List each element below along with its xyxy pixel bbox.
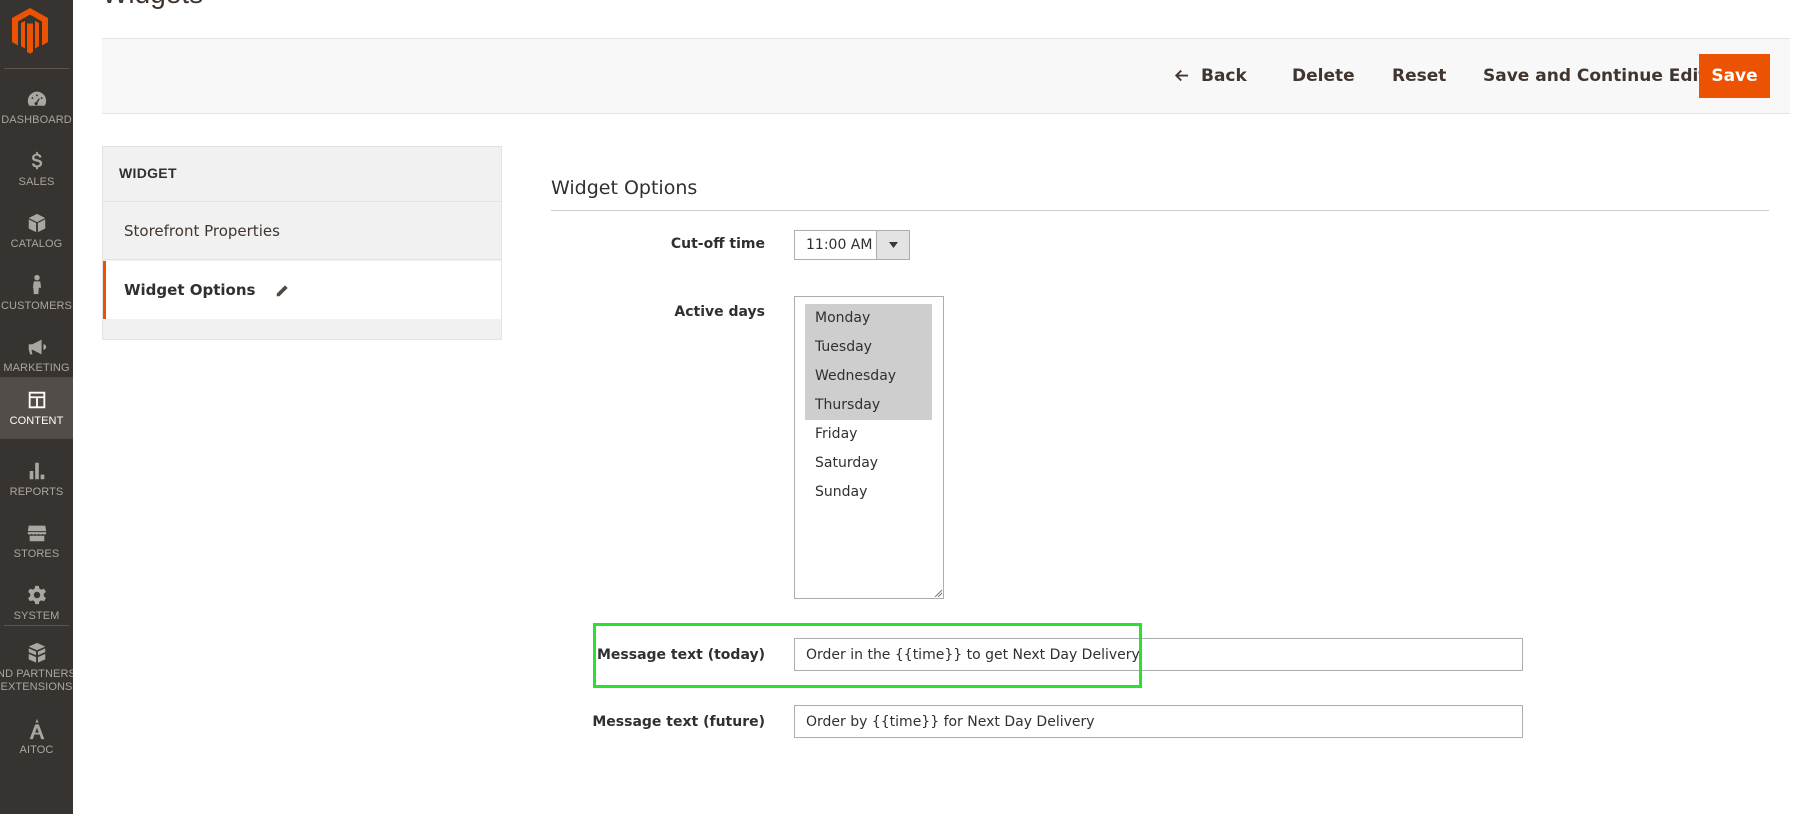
back-button[interactable]: Back [1174, 54, 1247, 98]
dollar-icon [24, 148, 50, 174]
sidebar-item-label: ND PARTNERS EXTENSIONS [0, 668, 73, 693]
layout-icon [24, 387, 50, 413]
sidebar-item-label: CONTENT [9, 415, 64, 427]
day-option-monday[interactable]: Monday [805, 304, 932, 333]
pencil-icon [275, 284, 289, 298]
aitoc-logo-icon [24, 716, 50, 742]
resize-grip-icon[interactable] [934, 589, 942, 597]
magento-logo-icon[interactable] [10, 6, 50, 54]
tab-widget-options[interactable]: Widget Options [103, 261, 501, 319]
sidebar-item-aitoc[interactable]: AITOC [0, 706, 73, 768]
sidebar-item-label: REPORTS [9, 486, 64, 498]
day-option-tuesday[interactable]: Tuesday [805, 333, 932, 362]
sidebar-item-sales[interactable]: SALES [0, 138, 73, 200]
cutoff-time-label: Cut-off time [670, 236, 765, 252]
save-and-continue-label: Save and Continue Edit [1483, 66, 1707, 86]
sidebar-item-label: CATALOG [10, 238, 63, 250]
delete-button-label: Delete [1292, 66, 1355, 86]
save-and-continue-button[interactable]: Save and Continue Edit [1483, 54, 1707, 98]
day-option-sunday[interactable]: Sunday [805, 478, 932, 507]
tab-label: Storefront Properties [124, 222, 280, 240]
sidebar-item-partners-extensions[interactable]: ND PARTNERS EXTENSIONS [0, 630, 73, 706]
bar-chart-icon [24, 458, 50, 484]
chevron-down-icon[interactable] [876, 231, 909, 259]
sidebar-item-label: SYSTEM [13, 610, 60, 622]
widget-tabs-panel: WIDGET Storefront Properties Widget Opti… [102, 146, 502, 340]
page-title: Widgets [102, 0, 203, 10]
save-button[interactable]: Save [1699, 54, 1770, 98]
megaphone-icon [24, 334, 50, 360]
active-days-label: Active days [674, 304, 765, 320]
message-future-input[interactable] [794, 705, 1523, 738]
boxes-icon [24, 640, 50, 666]
gear-icon [24, 582, 50, 608]
sidebar-divider [4, 625, 69, 626]
person-icon [24, 272, 50, 298]
message-future-label: Message text (future) [592, 714, 765, 730]
tab-label: Widget Options [124, 281, 256, 299]
reset-button[interactable]: Reset [1392, 54, 1446, 98]
dashboard-icon [24, 86, 50, 112]
page-actions-bar: Back Delete Reset Save and Continue Edit… [102, 38, 1790, 114]
day-option-saturday[interactable]: Saturday [805, 449, 932, 478]
day-option-thursday[interactable]: Thursday [805, 391, 932, 420]
active-days-multiselect[interactable]: Monday Tuesday Wednesday Thursday Friday… [794, 296, 944, 599]
sidebar-item-label: CUSTOMERS [1, 300, 72, 312]
sidebar-item-content[interactable]: CONTENT [0, 377, 73, 439]
storefront-icon [24, 520, 50, 546]
sidebar-item-catalog[interactable]: CATALOG [0, 200, 73, 262]
day-option-friday[interactable]: Friday [805, 420, 932, 449]
day-option-wednesday[interactable]: Wednesday [805, 362, 932, 391]
section-divider [551, 210, 1769, 211]
sidebar-item-label: MARKETING [3, 362, 70, 374]
delete-button[interactable]: Delete [1292, 54, 1355, 98]
back-button-label: Back [1201, 66, 1247, 86]
reset-button-label: Reset [1392, 66, 1447, 86]
message-today-label: Message text (today) [597, 647, 765, 663]
tab-storefront-properties[interactable]: Storefront Properties [103, 202, 501, 260]
sidebar-item-label: AITOC [19, 744, 54, 756]
section-title: Widget Options [551, 177, 698, 199]
sidebar-item-reports[interactable]: REPORTS [0, 448, 73, 510]
cutoff-time-select[interactable]: 11:00 AM [794, 230, 910, 260]
sidebar-item-label: SALES [18, 176, 55, 188]
admin-sidebar: DASHBOARD SALES CATALOG CUSTOMERS MARKET… [0, 0, 73, 814]
sidebar-divider [4, 68, 69, 69]
message-today-input[interactable] [794, 638, 1523, 671]
cutoff-time-value: 11:00 AM [806, 237, 873, 253]
sidebar-item-label: STORES [13, 548, 60, 560]
arrow-left-icon [1174, 54, 1189, 98]
cube-icon [24, 210, 50, 236]
sidebar-item-customers[interactable]: CUSTOMERS [0, 262, 73, 324]
sidebar-item-stores[interactable]: STORES [0, 510, 73, 572]
sidebar-item-dashboard[interactable]: DASHBOARD [0, 76, 73, 138]
sidebar-item-label: DASHBOARD [1, 114, 72, 126]
tabs-heading: WIDGET [119, 165, 177, 181]
